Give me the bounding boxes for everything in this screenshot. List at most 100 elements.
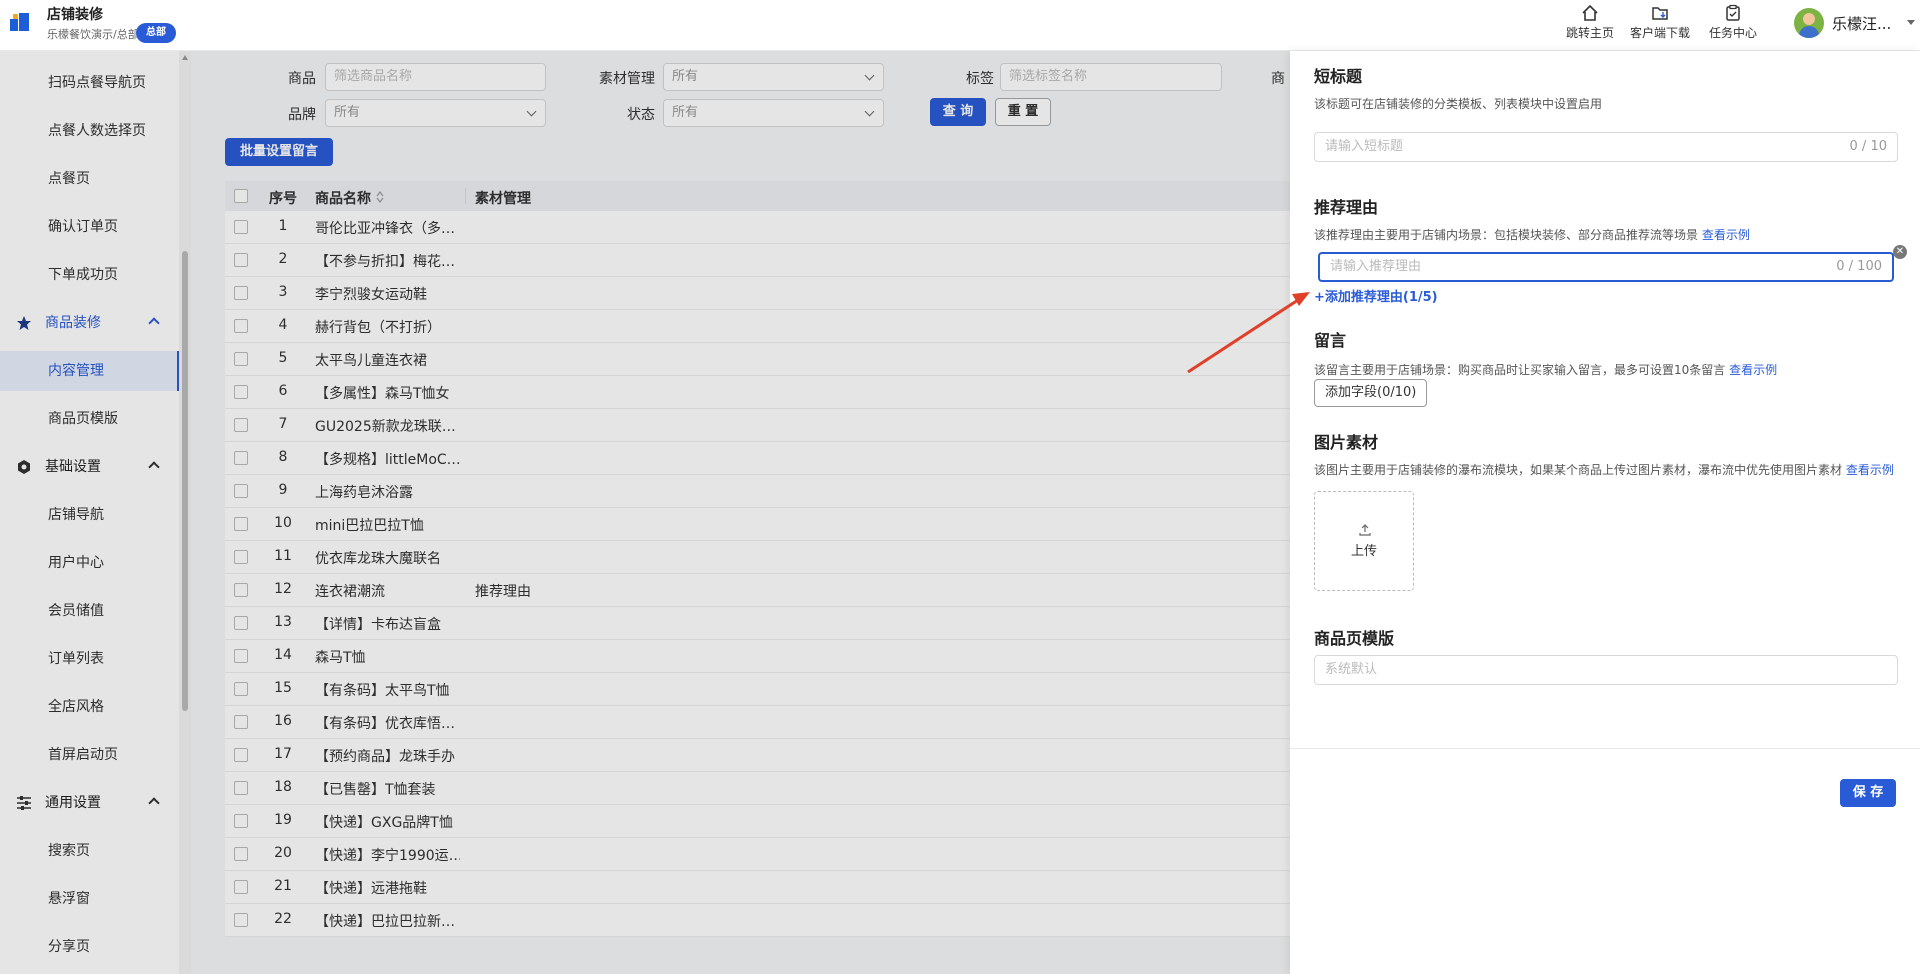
sidebar-item-people-select[interactable]: 点餐人数选择页: [0, 111, 180, 151]
sidebar-item-search-page[interactable]: 搜索页: [0, 831, 180, 871]
batch-message-button[interactable]: 批量设置留言: [225, 138, 333, 166]
table-row[interactable]: 3 李宁烈骏女运动鞋: [225, 277, 1291, 310]
row-checkbox[interactable]: [234, 748, 248, 762]
row-checkbox[interactable]: [234, 550, 248, 564]
reset-button[interactable]: 重 置: [995, 98, 1051, 126]
row-checkbox[interactable]: [234, 484, 248, 498]
sidebar-item-order-success[interactable]: 下单成功页: [0, 255, 180, 295]
sidebar-group-basic-settings[interactable]: 基础设置: [0, 447, 180, 487]
row-checkbox[interactable]: [234, 451, 248, 465]
row-checkbox[interactable]: [234, 847, 248, 861]
hq-badge[interactable]: 总部: [136, 23, 176, 43]
sidebar-item-order-list[interactable]: 订单列表: [0, 639, 180, 679]
chevron-up-icon: [148, 461, 160, 473]
add-field-button[interactable]: 添加字段(0/10): [1314, 379, 1428, 407]
header-name[interactable]: 商品名称: [315, 188, 384, 208]
table-row[interactable]: 12 连衣裙潮流 推荐理由: [225, 574, 1291, 607]
row-checkbox[interactable]: [234, 649, 248, 663]
scroll-up-arrow-icon[interactable]: [182, 55, 188, 60]
table-row[interactable]: 9 上海药皂沐浴露: [225, 475, 1291, 508]
sidebar-item-user-center[interactable]: 用户中心: [0, 543, 180, 583]
row-checkbox[interactable]: [234, 682, 248, 696]
sidebar-item-store-style[interactable]: 全店风格: [0, 687, 180, 727]
sidebar-item-order-page[interactable]: 点餐页: [0, 159, 180, 199]
row-checkbox[interactable]: [234, 286, 248, 300]
table-row[interactable]: 14 森马T恤: [225, 640, 1291, 673]
nav-task-center[interactable]: 任务中心: [1698, 4, 1768, 41]
nav-home[interactable]: 跳转主页: [1555, 4, 1625, 41]
sidebar-item-float-window[interactable]: 悬浮窗: [0, 879, 180, 919]
tag-filter-input[interactable]: 筛选标签名称: [1000, 63, 1222, 91]
user-name[interactable]: 乐檬汪...: [1832, 13, 1891, 34]
goods-name-filter-input[interactable]: 筛选商品名称: [325, 63, 546, 91]
table-row[interactable]: 16 【有条码】优衣库悟…: [225, 706, 1291, 739]
reason-example-link[interactable]: 查看示例: [1702, 228, 1750, 242]
short-title-count: 0 / 10: [1849, 139, 1887, 154]
table-row[interactable]: 2 【不参与折扣】梅花…: [225, 244, 1291, 277]
user-dropdown-caret-icon[interactable]: [1907, 20, 1915, 25]
table-row[interactable]: 10 mini巴拉巴拉T恤: [225, 508, 1291, 541]
table-row[interactable]: 6 【多属性】森马T恤女: [225, 376, 1291, 409]
row-checkbox[interactable]: [234, 352, 248, 366]
row-seq: 18: [274, 779, 292, 795]
row-checkbox[interactable]: [234, 220, 248, 234]
sidebar-item-share-page[interactable]: 分享页: [0, 927, 180, 967]
user-avatar[interactable]: [1794, 8, 1824, 38]
row-checkbox[interactable]: [234, 814, 248, 828]
table-row[interactable]: 15 【有条码】太平鸟T恤: [225, 673, 1291, 706]
short-title-input[interactable]: 请输入短标题 0 / 10: [1314, 132, 1898, 162]
sidebar-item-label: 搜索页: [48, 843, 90, 859]
add-reason-link[interactable]: +添加推荐理由(1/5): [1314, 286, 1438, 305]
image-upload[interactable]: 上传: [1314, 491, 1414, 591]
material-select[interactable]: 所有: [663, 63, 884, 91]
table-row[interactable]: 22 【快递】巴拉巴拉新…: [225, 904, 1291, 937]
sidebar-group-goods-decoration[interactable]: 商品装修: [0, 303, 180, 343]
row-checkbox[interactable]: [234, 781, 248, 795]
query-button[interactable]: 查 询: [930, 98, 986, 126]
sidebar-item-goods-template[interactable]: 商品页模版: [0, 399, 180, 439]
row-checkbox[interactable]: [234, 583, 248, 597]
table-row[interactable]: 11 优衣库龙珠大魔联名: [225, 541, 1291, 574]
table-row[interactable]: 8 【多规格】littleMoC…: [225, 442, 1291, 475]
store-path: 乐檬餐饮演示/总部: [47, 28, 139, 41]
row-checkbox[interactable]: [234, 913, 248, 927]
row-checkbox[interactable]: [234, 385, 248, 399]
table-row[interactable]: 13 【详情】卡布达盲盒: [225, 607, 1291, 640]
table-row[interactable]: 19 【快递】GXG品牌T恤: [225, 805, 1291, 838]
row-checkbox[interactable]: [234, 616, 248, 630]
table-row[interactable]: 21 【快递】远港拖鞋: [225, 871, 1291, 904]
brand-select[interactable]: 所有: [325, 99, 546, 127]
sidebar-item-scan-nav[interactable]: 扫码点餐导航页: [0, 63, 180, 103]
sidebar-item-content-management[interactable]: 内容管理: [0, 351, 180, 391]
remove-reason-icon[interactable]: ✕: [1893, 245, 1907, 259]
reason-input[interactable]: 请输入推荐理由 0 / 100: [1318, 252, 1894, 282]
sidebar-item-store-nav[interactable]: 店铺导航: [0, 495, 180, 535]
row-checkbox[interactable]: [234, 880, 248, 894]
table-row[interactable]: 7 GU2025新款龙珠联…: [225, 409, 1291, 442]
sidebar-scrollbar[interactable]: [179, 51, 191, 974]
sidebar-item-member-recharge[interactable]: 会员储值: [0, 591, 180, 631]
nav-client-download[interactable]: 客户端下载: [1625, 4, 1695, 41]
sidebar-group-general-settings[interactable]: 通用设置: [0, 783, 180, 823]
save-button[interactable]: 保 存: [1840, 779, 1896, 807]
select-all-checkbox[interactable]: [234, 189, 248, 203]
message-example-link[interactable]: 查看示例: [1729, 363, 1777, 377]
row-checkbox[interactable]: [234, 253, 248, 267]
template-select[interactable]: 系统默认: [1314, 655, 1898, 685]
row-checkbox[interactable]: [234, 715, 248, 729]
row-checkbox[interactable]: [234, 418, 248, 432]
table-row[interactable]: 4 赫行背包（不打折）: [225, 310, 1291, 343]
image-example-link[interactable]: 查看示例: [1846, 463, 1894, 477]
table-row[interactable]: 5 太平鸟儿童连衣裙: [225, 343, 1291, 376]
sidebar-item-confirm-order[interactable]: 确认订单页: [0, 207, 180, 247]
row-checkbox[interactable]: [234, 319, 248, 333]
status-select[interactable]: 所有: [663, 99, 884, 127]
row-checkbox[interactable]: [234, 517, 248, 531]
table-row[interactable]: 18 【已售罄】T恤套装: [225, 772, 1291, 805]
table-row[interactable]: 1 哥伦比亚冲锋衣（多…: [225, 211, 1291, 244]
table-row[interactable]: 17 【预约商品】龙珠手办: [225, 739, 1291, 772]
scrollbar-thumb[interactable]: [182, 251, 188, 711]
table-row[interactable]: 20 【快递】李宁1990运…: [225, 838, 1291, 871]
sort-icon[interactable]: [376, 191, 384, 203]
sidebar-item-splash-page[interactable]: 首屏启动页: [0, 735, 180, 775]
